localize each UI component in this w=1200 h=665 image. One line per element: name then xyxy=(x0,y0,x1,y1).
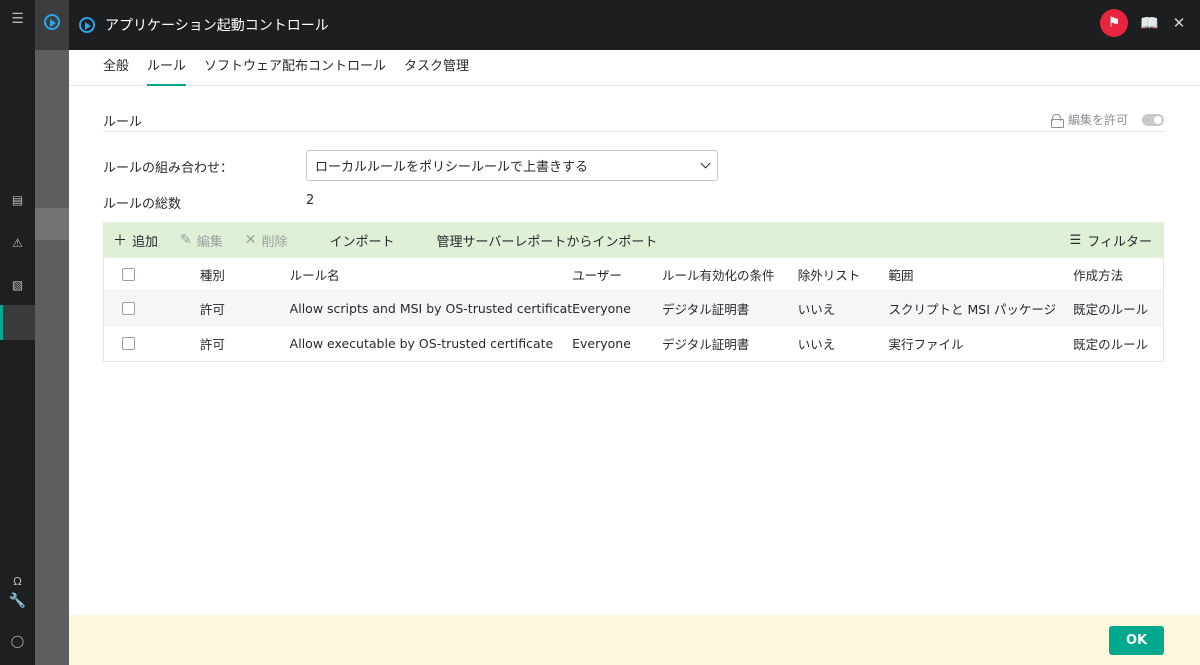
rules-toolbar: ＋ 追加 ✎ 編集 ✕ 削除 インポート 管理サーバーレポートからインポート ☰… xyxy=(103,222,1164,258)
import-button[interactable]: インポート xyxy=(330,231,395,250)
row-checkbox[interactable] xyxy=(122,301,135,315)
tab-task-management[interactable]: タスク管理 xyxy=(396,50,477,86)
flag-icon[interactable]: ⚑ xyxy=(1100,9,1128,37)
column-rule-name[interactable]: ルール名 xyxy=(290,265,572,284)
column-exclusions[interactable]: 除外リスト xyxy=(798,265,889,284)
import-from-report-button[interactable]: 管理サーバーレポートからインポート xyxy=(437,231,658,250)
combo-label: ルールの組み合わせ： xyxy=(103,161,234,176)
select-value: ローカルルールをポリシールールで上書きする xyxy=(315,160,589,175)
cell-scope: 実行ファイル xyxy=(888,337,964,352)
cell-type: 許可 xyxy=(199,337,225,352)
add-button[interactable]: ＋ 追加 xyxy=(113,230,158,250)
background-page xyxy=(35,0,69,665)
import-report-label: 管理サーバーレポートからインポート xyxy=(436,234,658,250)
delete-button[interactable]: ✕ 削除 xyxy=(245,231,288,250)
warning-icon[interactable]: ⚠ xyxy=(0,228,35,258)
column-condition[interactable]: ルール有効化の条件 xyxy=(662,265,798,284)
nav-active-item[interactable] xyxy=(0,305,35,340)
row-checkbox[interactable] xyxy=(122,337,135,350)
column-type[interactable]: 種別 xyxy=(200,265,290,284)
tab-software-distribution[interactable]: ソフトウェア配布コントロール xyxy=(196,50,394,86)
edit-permission: 編集を許可 xyxy=(1050,111,1164,128)
menu-icon[interactable]: ☰ xyxy=(0,4,35,34)
rule-combination-select[interactable]: ローカルルールをポリシールールで上書きする xyxy=(306,150,718,181)
section-title: ルール xyxy=(103,115,143,130)
permission-toggle[interactable] xyxy=(1142,113,1164,126)
ok-button[interactable]: OK xyxy=(1109,626,1164,655)
row-select-cell xyxy=(104,337,200,350)
column-creation-method[interactable]: 作成方法 xyxy=(1073,265,1163,284)
filter-label: フィルター xyxy=(1087,234,1152,250)
close-icon: ✕ xyxy=(244,232,257,248)
cell-user: Everyone xyxy=(572,336,631,351)
tab-rules[interactable]: ルール xyxy=(139,50,194,86)
rules-table: 種別 ルール名 ユーザー ルール有効化の条件 除外リスト 範囲 作成方法 許可 … xyxy=(103,258,1164,362)
background-panel xyxy=(35,50,69,665)
tab-general[interactable]: 全般 xyxy=(103,50,137,86)
cell-rule-name[interactable]: Allow scripts and MSI by OS-trusted cert… xyxy=(290,301,572,316)
cell-creation-method: 既定のルール xyxy=(1073,301,1149,317)
cell-condition: デジタル証明書 xyxy=(661,301,750,317)
delete-label: 削除 xyxy=(261,234,288,250)
wrench-icon[interactable]: 🔧 xyxy=(0,586,35,616)
user-icon[interactable]: ◯ xyxy=(0,626,35,656)
row-select-cell xyxy=(104,301,200,315)
add-label: 追加 xyxy=(132,234,159,250)
edit-label: 編集 xyxy=(196,234,223,250)
cell-scope: スクリプトと MSI パッケージ xyxy=(888,301,1057,317)
table-row[interactable]: 許可 Allow scripts and MSI by OS-trusted c… xyxy=(104,291,1163,326)
dialog-footer: OK xyxy=(69,615,1200,665)
chevron-down-icon xyxy=(700,158,711,169)
select-all-checkbox[interactable] xyxy=(122,267,135,281)
background-highlight xyxy=(35,208,69,240)
edit-button[interactable]: ✎ 編集 xyxy=(180,231,223,250)
cell-exclusions: いいえ xyxy=(797,337,836,352)
hierarchy-icon[interactable]: ▧ xyxy=(0,270,35,300)
lock-icon xyxy=(1050,113,1064,128)
close-icon[interactable]: ✕ xyxy=(1170,14,1188,32)
left-nav: ☰ ▤ ⚠ ▧ Ω 🔧 ◯ xyxy=(0,0,35,665)
filter-button[interactable]: ☰ フィルター xyxy=(1070,222,1152,258)
tab-bar: 全般 ルール ソフトウェア配布コントロール タスク管理 xyxy=(69,50,1200,86)
cell-exclusions: いいえ xyxy=(797,301,836,317)
sliders-icon: ☰ xyxy=(1069,232,1082,248)
pencil-icon: ✎ xyxy=(180,232,192,248)
section-divider xyxy=(103,131,1164,132)
play-circle-icon xyxy=(44,14,60,30)
titlebar-actions: ⚑ 📖 ✕ xyxy=(1100,9,1188,37)
column-user[interactable]: ユーザー xyxy=(572,265,662,284)
cell-type: 許可 xyxy=(199,301,225,317)
play-circle-icon xyxy=(79,17,95,33)
import-label: インポート xyxy=(329,234,395,250)
book-icon[interactable]: 📖 xyxy=(1140,14,1159,32)
cell-user: Everyone xyxy=(572,300,631,316)
layout-icon[interactable]: ▤ xyxy=(0,185,35,215)
dialog-title: アプリケーション起動コントロール xyxy=(105,18,329,34)
plus-icon: ＋ xyxy=(113,233,127,249)
select-all-cell xyxy=(104,267,200,281)
total-label: ルールの総数 xyxy=(103,197,182,212)
cell-rule-name[interactable]: Allow executable by OS-trusted certifica… xyxy=(290,336,572,351)
column-scope[interactable]: 範囲 xyxy=(889,265,1074,284)
dialog-titlebar: アプリケーション起動コントロール ⚑ 📖 ✕ xyxy=(69,0,1200,50)
cell-condition: デジタル証明書 xyxy=(661,337,750,352)
app-launch-control-dialog: アプリケーション起動コントロール ⚑ 📖 ✕ 全般 ルール ソフトウェア配布コン… xyxy=(69,0,1200,665)
cell-creation-method: 既定のルール xyxy=(1073,337,1149,352)
total-value: 2 xyxy=(306,193,315,208)
table-header: 種別 ルール名 ユーザー ルール有効化の条件 除外リスト 範囲 作成方法 xyxy=(104,258,1163,291)
table-row[interactable]: 許可 Allow executable by OS-trusted certif… xyxy=(104,326,1163,361)
permission-label: 編集を許可 xyxy=(1067,113,1128,127)
